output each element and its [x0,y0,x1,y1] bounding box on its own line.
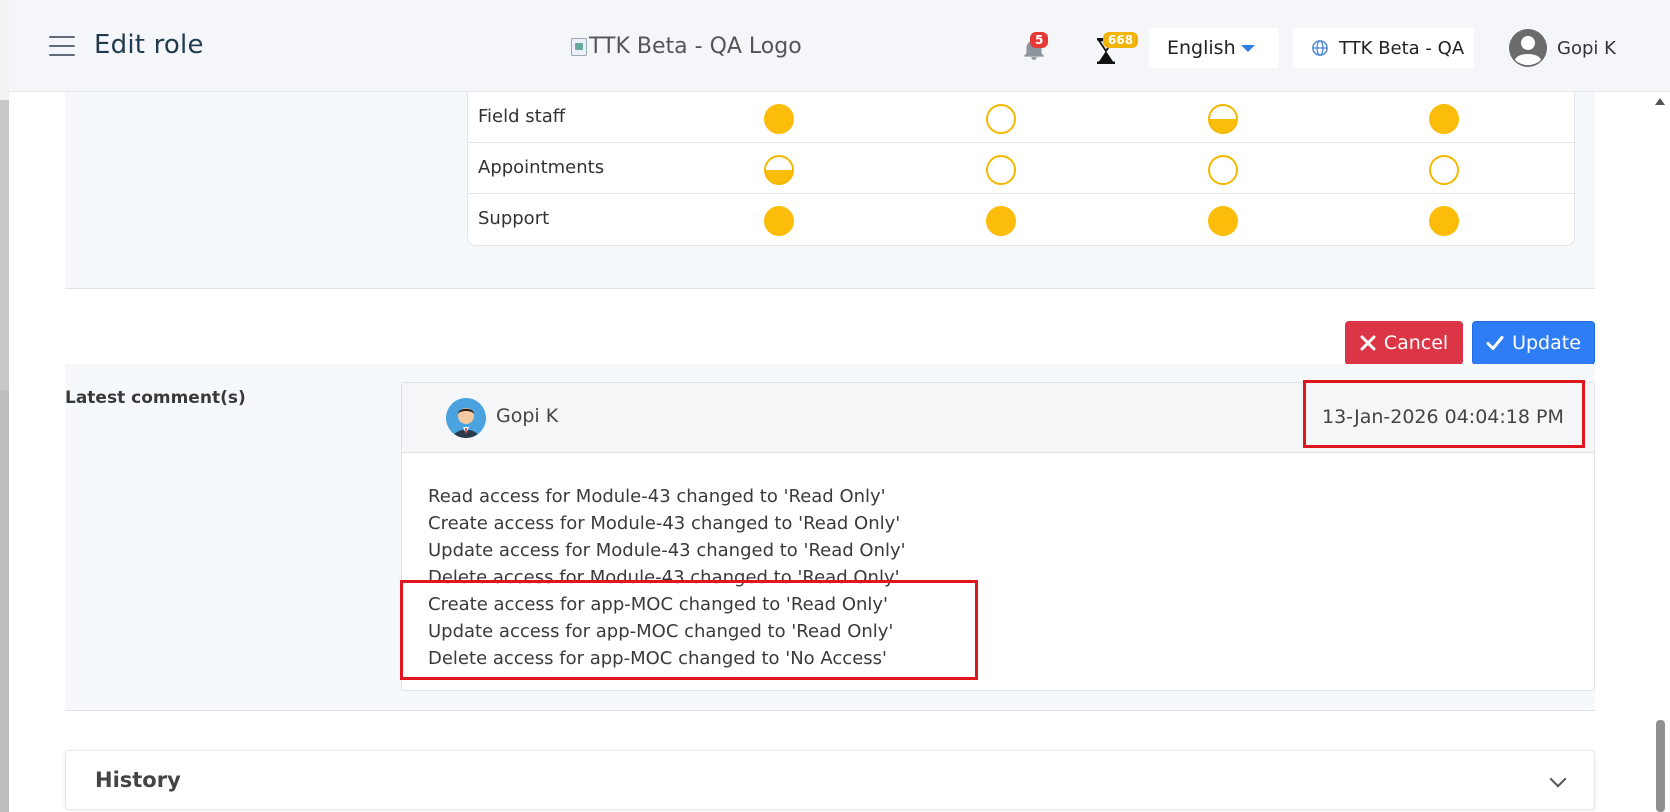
permission-row: Field staff [468,92,1574,143]
logo-alt-text: TTK Beta - QA Logo [589,34,802,59]
permission-level-toggle[interactable] [764,104,794,134]
comments-label: Latest comment(s) [65,388,246,408]
notifications-badge: 5 [1030,32,1049,48]
check-icon [1486,336,1504,350]
tenant-name: TTK Beta - QA [1339,37,1465,59]
comment-line: Read access for Module-43 changed to 'Re… [428,486,886,507]
chevron-down-icon [1549,770,1567,788]
permission-level-toggle[interactable] [1208,206,1238,236]
permission-level-toggle[interactable] [986,104,1016,134]
language-select[interactable]: English [1149,28,1279,68]
permission-row: Support [468,194,1574,245]
permission-row-label: Support [478,208,550,229]
cancel-button[interactable]: Cancel [1345,321,1463,365]
permission-level-toggle[interactable] [1429,206,1459,236]
update-button[interactable]: Update [1472,321,1595,365]
top-header: Edit role TTK Beta - QA Logo 5 668 Engli… [9,0,1670,92]
author-avatar [446,398,486,438]
close-icon [1360,335,1376,351]
permissions-table: Field staff Appointments Support [467,92,1575,246]
comment-line: Update access for Module-43 changed to '… [428,540,906,561]
tenant-selector[interactable]: TTK Beta - QA [1293,28,1474,68]
permission-level-toggle[interactable] [986,155,1016,185]
permission-level-toggle[interactable] [1208,155,1238,185]
comment-card: Gopi K 13-Jan-2026 04:04:18 PM Read acce… [401,382,1595,691]
comment-body: Read access for Module-43 changed to 'Re… [428,483,906,672]
user-name: Gopi K [1557,37,1616,59]
history-title: History [95,768,181,792]
company-logo: TTK Beta - QA Logo [571,34,802,59]
permission-level-toggle[interactable] [986,206,1016,236]
app-root: Edit role TTK Beta - QA Logo 5 668 Engli… [0,0,1670,812]
permission-row-label: Field staff [478,106,566,127]
left-scroll-strip [0,0,9,812]
permission-level-toggle[interactable] [1208,104,1238,134]
language-value: English [1167,37,1236,59]
history-accordion[interactable]: History [65,750,1595,810]
permission-level-toggle[interactable] [764,155,794,185]
comment-line: Create access for app-MOC changed to 'Re… [428,594,889,615]
person-icon [446,398,486,438]
scroll-up-icon[interactable] [1655,98,1665,105]
menu-icon[interactable] [49,36,75,58]
vertical-scrollbar[interactable] [1650,92,1670,812]
permissions-section: Field staff Appointments Support [65,92,1595,289]
comment-timestamp: 13-Jan-2026 04:04:18 PM [1322,406,1564,428]
user-menu[interactable]: Gopi K [1509,28,1616,68]
comment-line: Delete access for Module-43 changed to '… [428,567,900,588]
comments-section: Latest comment(s) Gopi K 13-Jan-2026 04:… [65,364,1595,711]
comment-line: Update access for app-MOC changed to 'Re… [428,621,894,642]
comment-line: Create access for Module-43 changed to '… [428,513,901,534]
permission-level-toggle[interactable] [1429,104,1459,134]
permission-row-label: Appointments [478,157,605,178]
comment-header: Gopi K 13-Jan-2026 04:04:18 PM [402,383,1594,453]
permission-level-toggle[interactable] [764,206,794,236]
pending-badge: 668 [1103,32,1139,48]
globe-icon [1312,40,1328,56]
permission-level-toggle[interactable] [1429,155,1459,185]
caret-down-icon [1241,45,1255,52]
broken-image-icon [571,37,587,56]
permission-row: Appointments [468,143,1574,194]
comment-line: Delete access for app-MOC changed to 'No… [428,648,887,669]
user-avatar-icon [1509,29,1547,67]
cancel-label: Cancel [1383,332,1449,354]
scrollbar-thumb[interactable] [1656,720,1665,812]
comment-author: Gopi K [496,405,559,427]
page-title: Edit role [94,30,204,60]
update-label: Update [1512,332,1581,354]
